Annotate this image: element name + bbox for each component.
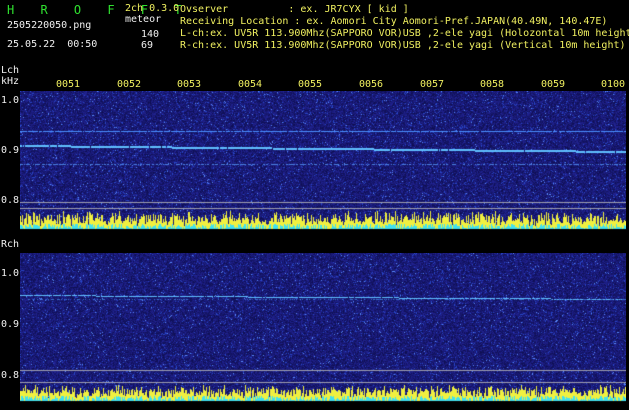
lch-freq-label: 1.0 — [1, 95, 20, 106]
time-tick-label: 0054 — [238, 79, 263, 90]
time-tick-label: 0055 — [298, 79, 323, 90]
lch-freq-label: 0.9 — [1, 145, 20, 156]
count-lch: 140 — [141, 29, 160, 40]
count-rch: 69 — [141, 40, 154, 51]
datetime: 25.05.22 00:50 — [7, 39, 98, 50]
rch-spectrogram — [20, 253, 626, 402]
time-tick-label: 0059 — [541, 79, 566, 90]
time-tick-label: 0056 — [359, 79, 384, 90]
lch-waterfall — [20, 91, 626, 230]
app-version: 2ch 0.3.0 — [125, 3, 180, 14]
location-line: Receiving Location : ex. Aomori City Aom… — [180, 16, 608, 27]
lch-spectrogram — [20, 91, 626, 230]
time-tick-label: 0052 — [117, 79, 142, 90]
rch-freq-label: 1.0 — [1, 268, 20, 279]
lch-label: Lch — [1, 65, 20, 76]
rch-label: Rch — [1, 239, 20, 250]
filename: 2505220050.png — [7, 20, 92, 31]
time-tick-label: 0100 — [601, 79, 626, 90]
lch-unit-label: kHz — [1, 76, 20, 87]
rch-info-line: R-ch:ex. UV5R 113.900Mhz(SAPPORO VOR)USB… — [180, 40, 626, 51]
observer-line: Ovserver : ex. JR7CYX [ kid ] — [180, 4, 409, 15]
rch-freq-label: 0.8 — [1, 370, 20, 381]
time-tick-label: 0057 — [420, 79, 445, 90]
time-tick-label: 0058 — [480, 79, 505, 90]
rch-freq-label: 0.9 — [1, 319, 20, 330]
lch-info-line: L-ch:ex. UV5R 113.900Mhz(SAPPORO VOR)USB… — [180, 28, 629, 39]
time-tick-label: 0051 — [56, 79, 81, 90]
lch-freq-label: 0.8 — [1, 195, 20, 206]
rch-waterfall — [20, 253, 626, 402]
time-tick-label: 0053 — [177, 79, 202, 90]
type-label: meteor — [125, 14, 162, 25]
